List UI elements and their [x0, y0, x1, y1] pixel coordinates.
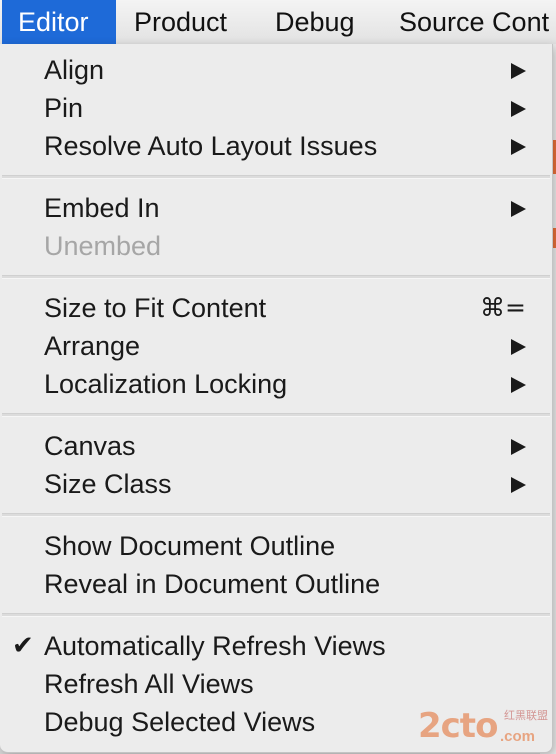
menu-item-unembed: Unembed: [0, 227, 552, 265]
menu-item-label: Debug Selected Views: [44, 707, 316, 737]
menu-separator: [2, 275, 550, 279]
submenu-arrow-icon: [511, 139, 526, 155]
submenu-arrow-icon: [511, 477, 526, 493]
menu-item-canvas[interactable]: Canvas: [0, 427, 552, 465]
menubar-product[interactable]: Product: [118, 0, 243, 44]
menu-item-show-document-outline[interactable]: Show Document Outline: [0, 527, 552, 565]
menu-item-label: Resolve Auto Layout Issues: [44, 131, 378, 161]
menu-item-automatically-refresh-views[interactable]: ✔ Automatically Refresh Views: [0, 627, 552, 665]
menubar-source-control[interactable]: Source Cont: [383, 0, 556, 44]
menu-item-label: Reveal in Document Outline: [44, 569, 381, 599]
menu-item-label: Size Class: [44, 469, 172, 499]
menubar-debug[interactable]: Debug: [259, 0, 371, 44]
menu-item-label: Canvas: [44, 431, 136, 461]
keyboard-shortcut: ⌘=: [480, 293, 526, 322]
menu-item-label: Pin: [44, 93, 84, 123]
menu-item-pin[interactable]: Pin: [0, 89, 552, 127]
menu-item-size-class[interactable]: Size Class: [0, 465, 552, 503]
menu-separator: [2, 613, 550, 617]
menu-item-label: Embed In: [44, 193, 160, 223]
editor-menu: Align Pin Resolve Auto Layout Issues Emb…: [0, 44, 553, 753]
menu-item-embed-in[interactable]: Embed In: [0, 189, 552, 227]
menu-separator: [2, 175, 550, 179]
menu-bar: Editor Product Debug Source Cont: [0, 0, 556, 45]
menu-separator: [2, 413, 550, 417]
menu-item-arrange[interactable]: Arrange: [0, 327, 552, 365]
menu-item-refresh-all-views[interactable]: Refresh All Views: [0, 665, 552, 703]
menu-item-reveal-in-document-outline[interactable]: Reveal in Document Outline: [0, 565, 552, 603]
watermark-domain: .com: [500, 728, 536, 745]
menu-item-label: Size to Fit Content: [44, 293, 267, 323]
menubar-editor[interactable]: Editor: [2, 0, 116, 44]
submenu-arrow-icon: [511, 377, 526, 393]
submenu-arrow-icon: [511, 201, 526, 217]
menu-item-label: Automatically Refresh Views: [44, 631, 386, 661]
submenu-arrow-icon: [511, 101, 526, 117]
menu-item-align[interactable]: Align: [0, 51, 552, 89]
menu-item-label: Localization Locking: [44, 369, 288, 399]
menu-item-label: Arrange: [44, 331, 141, 361]
menu-item-label: Unembed: [44, 231, 162, 261]
submenu-arrow-icon: [511, 339, 526, 355]
menu-item-label: Refresh All Views: [44, 669, 254, 699]
menu-item-size-to-fit-content[interactable]: Size to Fit Content ⌘=: [0, 289, 552, 327]
submenu-arrow-icon: [511, 439, 526, 455]
checkmark-icon: ✔: [12, 631, 34, 661]
menu-item-label: Align: [44, 55, 105, 85]
watermark-main: 2cto: [418, 706, 498, 746]
menu-item-label: Show Document Outline: [44, 531, 336, 561]
submenu-arrow-icon: [511, 63, 526, 79]
site-watermark: 2cto 红黑联盟 .com: [418, 706, 548, 750]
menu-item-localization-locking[interactable]: Localization Locking: [0, 365, 552, 403]
watermark-sub: 红黑联盟: [504, 710, 548, 722]
menu-item-resolve-auto-layout-issues[interactable]: Resolve Auto Layout Issues: [0, 127, 552, 165]
menu-separator: [2, 513, 550, 517]
